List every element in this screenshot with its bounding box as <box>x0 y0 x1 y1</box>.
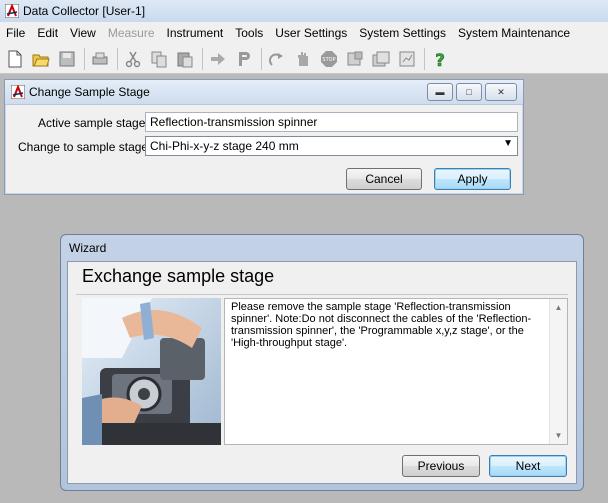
p-icon[interactable] <box>233 48 255 70</box>
wizard-message-box: Please remove the sample stage 'Reflecti… <box>224 298 568 445</box>
wizard-window: Wizard Exchange sample stage Please remo… <box>60 234 584 491</box>
toolbar-separator <box>261 47 262 70</box>
toolbar: STOP ? <box>0 44 608 74</box>
toolbar-separator <box>424 47 425 70</box>
vertical-scrollbar[interactable]: ▲ ▼ <box>549 299 567 444</box>
next-button[interactable]: Next <box>489 455 567 477</box>
wizard-content: Exchange sample stage Please remove the … <box>67 261 577 484</box>
app-title: Data Collector [User-1] <box>23 4 146 18</box>
menu-system-maintenance[interactable]: System Maintenance <box>452 26 576 40</box>
toolbar-separator <box>202 47 203 70</box>
sample-stage-photo <box>82 298 221 445</box>
open-folder-icon[interactable] <box>30 48 52 70</box>
apply-button[interactable]: Apply <box>434 168 511 190</box>
app-logo-icon <box>5 4 19 18</box>
menu-measure: Measure <box>107 26 155 40</box>
window-controls: ▬ □ ✕ <box>424 83 517 101</box>
heading-divider <box>76 294 568 295</box>
print-icon[interactable] <box>89 48 111 70</box>
redo-icon[interactable] <box>266 48 288 70</box>
settings-sheet-icon[interactable] <box>344 48 366 70</box>
minimize-button[interactable]: ▬ <box>427 83 453 101</box>
menu-system-settings[interactable]: System Settings <box>353 26 452 40</box>
menu-instrument[interactable]: Instrument <box>161 26 230 40</box>
paste-icon[interactable] <box>174 48 196 70</box>
active-sample-stage-label: Active sample stage: <box>38 116 149 130</box>
settings-sheets-icon[interactable] <box>370 48 392 70</box>
active-sample-stage-field[interactable]: Reflection-transmission spinner <box>145 112 518 132</box>
change-to-sample-stage-label: Change to sample stage: <box>18 140 152 154</box>
minimize-icon: ▬ <box>435 87 445 97</box>
maximize-icon: □ <box>466 87 472 97</box>
app-title-bar: Data Collector [User-1] <box>0 0 608 23</box>
menu-user-settings[interactable]: User Settings <box>269 26 353 40</box>
hand-icon[interactable] <box>292 48 314 70</box>
copy-icon[interactable] <box>148 48 170 70</box>
wizard-message: Please remove the sample stage 'Reflecti… <box>231 301 532 349</box>
menu-file[interactable]: File <box>0 26 31 40</box>
previous-button[interactable]: Previous <box>402 455 480 477</box>
menu-bar: File Edit View Measure Instrument Tools … <box>0 22 608 44</box>
toolbar-separator <box>84 47 85 70</box>
save-icon[interactable] <box>56 48 78 70</box>
sample-stage-dropdown[interactable]: Chi-Phi-x-y-z stage 240 mm ▼ <box>145 136 518 156</box>
svg-text:?: ? <box>435 51 445 68</box>
wizard-title: Wizard <box>69 241 107 255</box>
menu-tools[interactable]: Tools <box>229 26 269 40</box>
app-logo-icon <box>11 85 25 99</box>
stop-icon[interactable]: STOP <box>318 48 340 70</box>
change-sample-stage-title-bar[interactable]: Change Sample Stage ▬ □ ✕ <box>5 80 523 105</box>
new-document-icon[interactable] <box>4 48 26 70</box>
wizard-heading: Exchange sample stage <box>82 266 275 286</box>
cut-icon[interactable] <box>122 48 144 70</box>
menu-view[interactable]: View <box>64 26 102 40</box>
sample-stage-photo-image <box>82 298 221 445</box>
scroll-down-icon[interactable]: ▼ <box>550 427 567 444</box>
dropdown-arrow-icon[interactable]: ▼ <box>503 138 513 149</box>
menu-edit[interactable]: Edit <box>31 26 64 40</box>
sample-stage-dropdown-value: Chi-Phi-x-y-z stage 240 mm <box>150 139 299 153</box>
svg-text:STOP: STOP <box>322 57 335 63</box>
scroll-up-icon[interactable]: ▲ <box>550 299 567 316</box>
forward-arrow-icon[interactable] <box>207 48 229 70</box>
change-sample-stage-window: Change Sample Stage ▬ □ ✕ Active sample … <box>4 79 524 195</box>
maximize-button[interactable]: □ <box>456 83 482 101</box>
toolbar-separator <box>117 47 118 70</box>
help-icon[interactable]: ? <box>429 48 451 70</box>
cancel-button[interactable]: Cancel <box>346 168 422 190</box>
window-title: Change Sample Stage <box>29 85 150 99</box>
close-icon: ✕ <box>497 86 505 97</box>
report-icon[interactable] <box>396 48 418 70</box>
close-button[interactable]: ✕ <box>485 83 517 101</box>
